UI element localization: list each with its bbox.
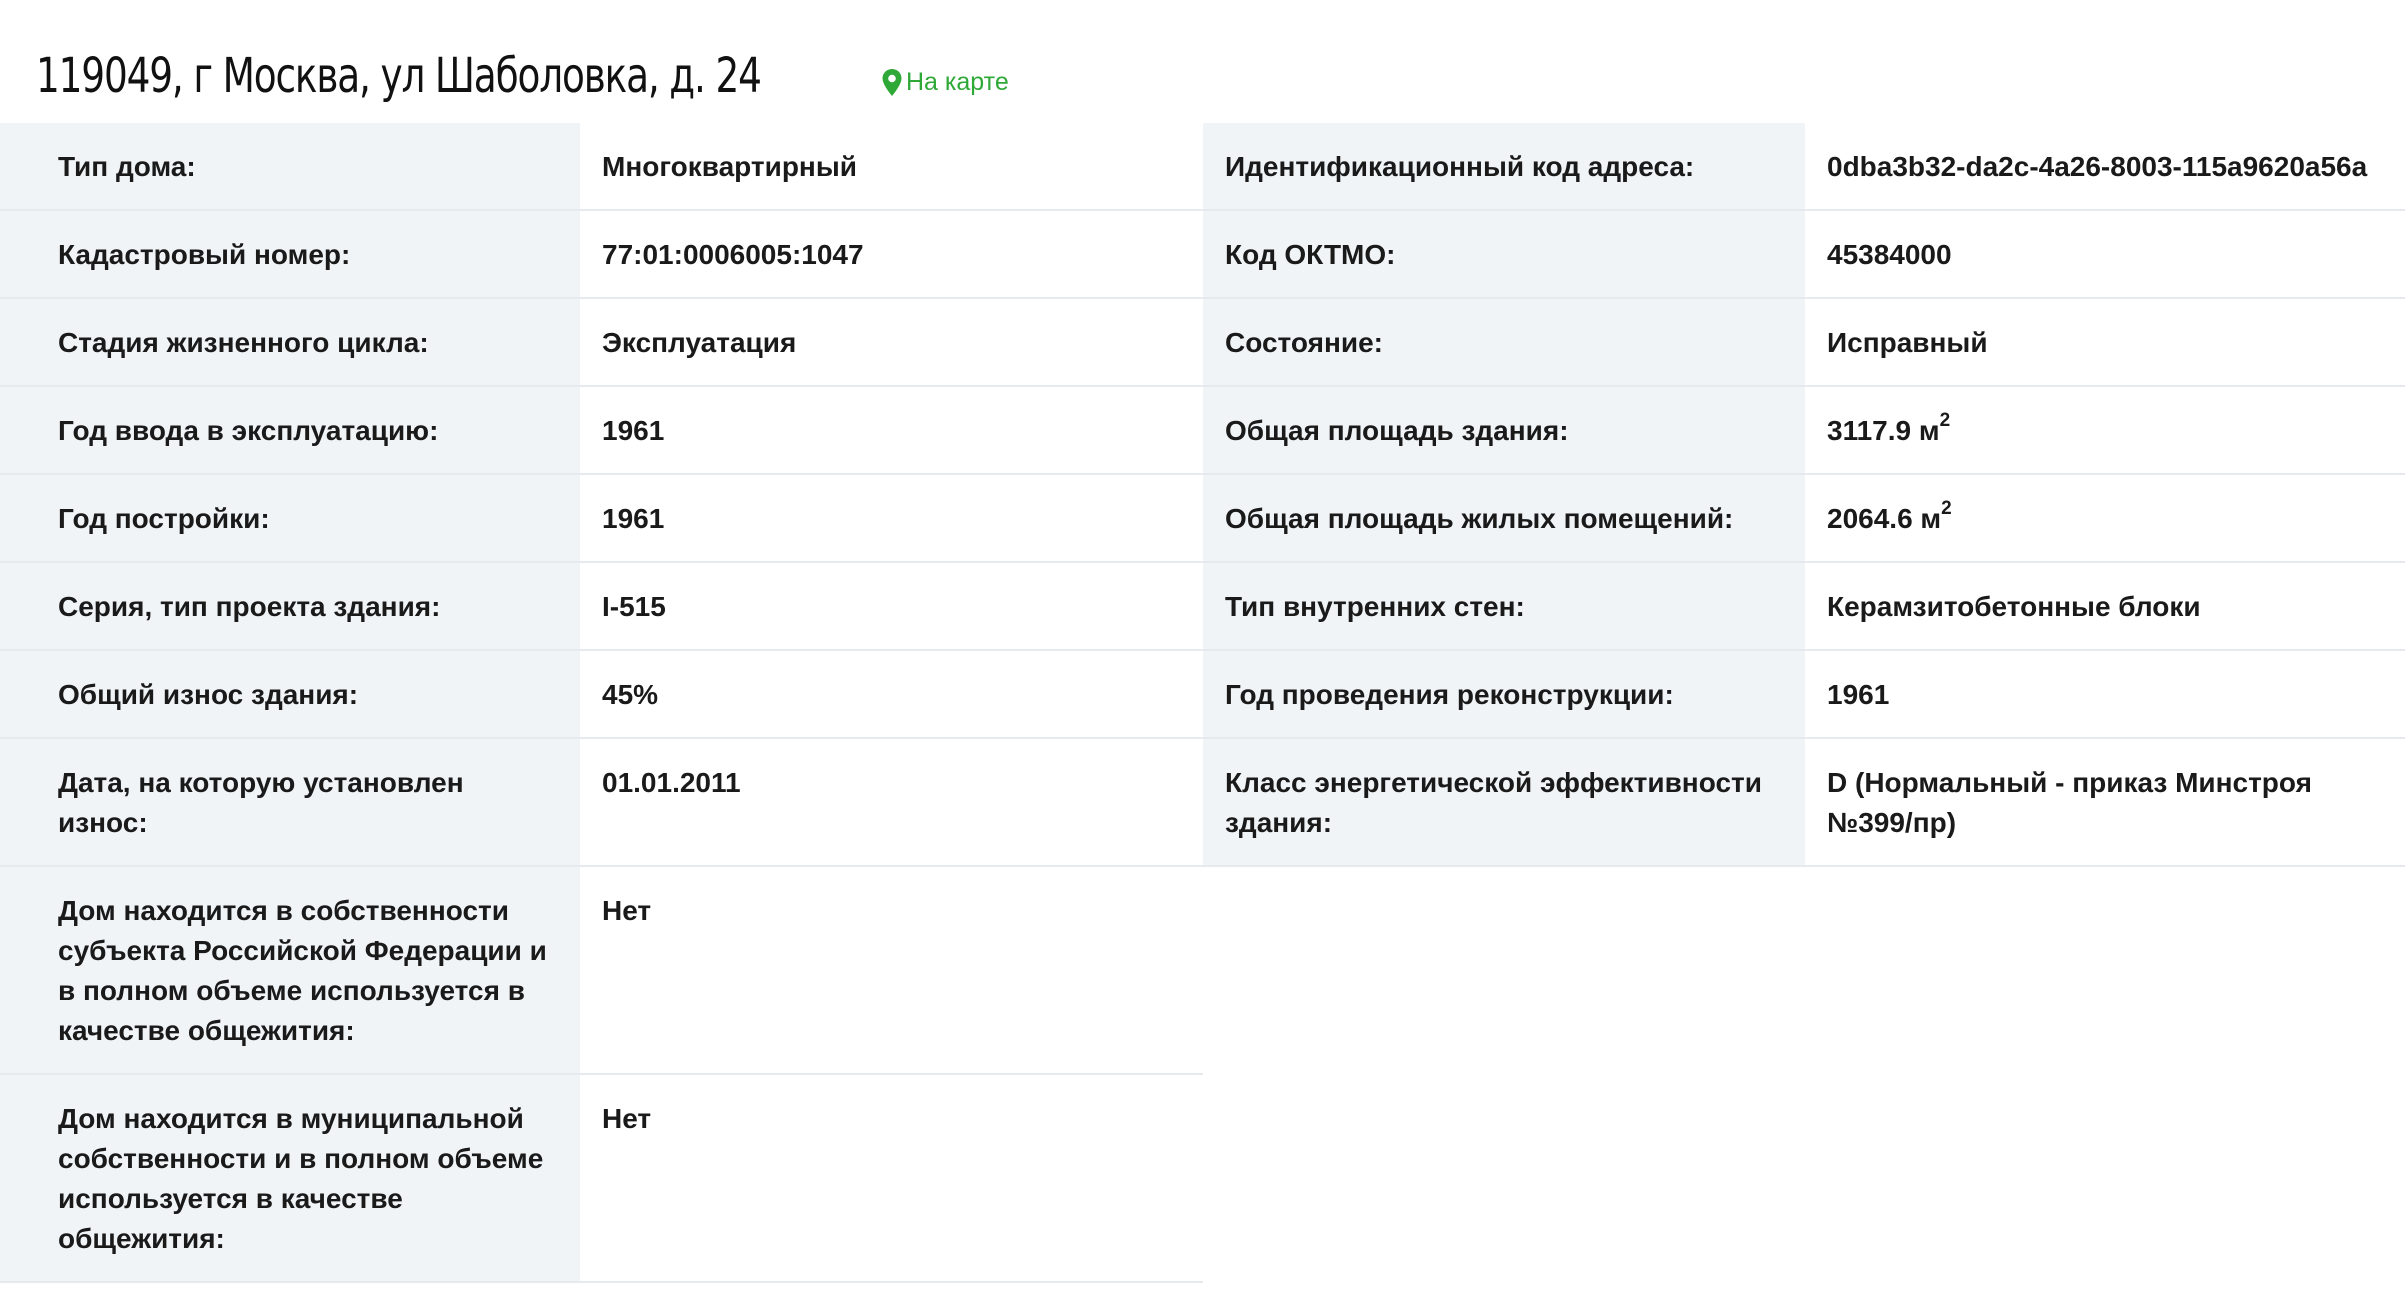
table-row: Код ОКТМО: 45384000 xyxy=(1203,210,2405,299)
area-value: 3117.9 м xyxy=(1827,415,1940,446)
row-value: 1961 xyxy=(580,386,1203,475)
table-row: Стадия жизненного цикла: Эксплуатация xyxy=(0,298,1203,387)
row-value: 0dba3b32-da2c-4a26-8003-115a9620a56a xyxy=(1805,123,2405,211)
row-label: Год ввода в эксплуатацию: xyxy=(0,386,580,475)
area-value: 2064.6 м xyxy=(1827,503,1942,534)
row-value: Эксплуатация xyxy=(580,298,1203,387)
row-label: Дом находится в собственности субъекта Р… xyxy=(0,866,580,1075)
unit-superscript: 2 xyxy=(1939,409,1951,431)
row-label: Общий износ здания: xyxy=(0,650,580,739)
map-link[interactable]: На карте xyxy=(882,68,1009,97)
table-row: Дата, на которую установлен износ: 01.01.… xyxy=(0,738,1203,867)
table-row: Тип дома: Многоквартирный xyxy=(0,123,1203,211)
page-header: 119049, г Москва, ул Шаболовка, д. 24 На… xyxy=(36,38,1009,114)
row-value: 2064.6 м2 xyxy=(1805,474,2405,563)
page-title: 119049, г Москва, ул Шаболовка, д. 24 xyxy=(36,48,762,104)
table-row: Дом находится в муниципальной собственно… xyxy=(0,1074,1203,1283)
table-row: Год постройки: 1961 xyxy=(0,474,1203,563)
row-value: I-515 xyxy=(580,562,1203,651)
table-row: Идентификационный код адреса: 0dba3b32-da… xyxy=(1203,123,2405,211)
row-label: Дата, на которую установлен износ: xyxy=(0,738,580,867)
row-label: Состояние: xyxy=(1203,298,1805,387)
row-value: 1961 xyxy=(1805,650,2405,739)
row-value: 45384000 xyxy=(1805,210,2405,299)
row-label: Год постройки: xyxy=(0,474,580,563)
map-link-label: На карте xyxy=(906,67,1009,96)
row-label: Класс энергетической эффективности здани… xyxy=(1203,738,1805,867)
row-value: Нет xyxy=(580,1074,1203,1283)
row-label: Дом находится в муниципальной собственно… xyxy=(0,1074,580,1283)
row-label: Идентификационный код адреса: xyxy=(1203,123,1805,211)
row-value: 1961 xyxy=(580,474,1203,563)
row-value: 01.01.2011 xyxy=(580,738,1203,867)
row-label: Стадия жизненного цикла: xyxy=(0,298,580,387)
row-label: Год проведения реконструкции: xyxy=(1203,650,1805,739)
row-value: 77:01:0006005:1047 xyxy=(580,210,1203,299)
row-label: Тип дома: xyxy=(0,123,580,211)
row-label: Код ОКТМО: xyxy=(1203,210,1805,299)
map-pin-icon xyxy=(882,68,902,96)
row-value: Исправный xyxy=(1805,298,2405,387)
table-row: Общий износ здания: 45% xyxy=(0,650,1203,739)
table-row: Год ввода в эксплуатацию: 1961 xyxy=(0,386,1203,475)
house-info-table-right: Идентификационный код адреса: 0dba3b32-da… xyxy=(1203,123,2405,867)
row-label: Кадастровый номер: xyxy=(0,210,580,299)
table-row: Класс энергетической эффективности здани… xyxy=(1203,738,2405,867)
unit-superscript: 2 xyxy=(1941,497,1952,519)
table-row: Состояние: Исправный xyxy=(1203,298,2405,387)
row-label: Серия, тип проекта здания: xyxy=(0,562,580,651)
house-info-table-left: Тип дома: Многоквартирный Кадастровый ном… xyxy=(0,123,1203,1283)
row-value: Многоквартирный xyxy=(580,123,1203,211)
row-label: Тип внутренних стен: xyxy=(1203,562,1805,651)
table-row: Общая площадь здания: 3117.9 м2 xyxy=(1203,386,2405,475)
table-row: Общая площадь жилых помещений: 2064.6 м2 xyxy=(1203,474,2405,563)
table-row: Дом находится в собственности субъекта Р… xyxy=(0,866,1203,1075)
table-row: Кадастровый номер: 77:01:0006005:1047 xyxy=(0,210,1203,299)
table-row: Тип внутренних стен: Керамзитобетонные бл… xyxy=(1203,562,2405,651)
row-label: Общая площадь здания: xyxy=(1203,386,1805,475)
row-value: Нет xyxy=(580,866,1203,1075)
row-value: 3117.9 м2 xyxy=(1805,386,2405,475)
row-value: D (Нормальный - приказ Минстроя №399/пр) xyxy=(1805,738,2405,867)
table-row: Серия, тип проекта здания: I-515 xyxy=(0,562,1203,651)
row-value: 45% xyxy=(580,650,1203,739)
row-value: Керамзитобетонные блоки xyxy=(1805,562,2405,651)
table-row: Год проведения реконструкции: 1961 xyxy=(1203,650,2405,739)
row-label: Общая площадь жилых помещений: xyxy=(1203,474,1805,563)
